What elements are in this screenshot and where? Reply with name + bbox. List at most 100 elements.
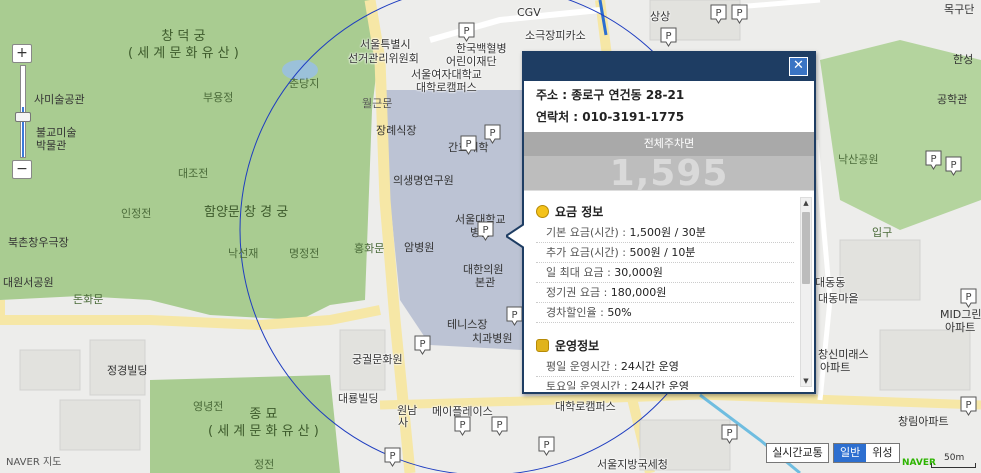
normal-map-button[interactable]: 일반	[834, 444, 867, 462]
scroll-up-arrow-icon[interactable]: ▲	[801, 198, 811, 208]
parking-pin-selected[interactable]: P	[477, 221, 494, 241]
parking-pin[interactable]: P	[458, 22, 475, 42]
daehakro-campus-label: 대학로캠퍼스	[555, 400, 616, 413]
operation-info-heading: 운영정보	[536, 335, 794, 357]
parking-pin[interactable]: P	[506, 306, 523, 326]
parking-pin[interactable]: P	[721, 424, 738, 444]
naver-map-logo[interactable]: NAVER 지도	[6, 453, 61, 468]
cgv-label: CGV	[517, 6, 541, 19]
parking-pin[interactable]: P	[660, 27, 677, 47]
realtime-traffic-button[interactable]: 실시간교통	[766, 443, 829, 463]
naksan-park-label: 낙산공원	[838, 153, 879, 166]
popup-pointer	[506, 224, 524, 248]
zoom-slider-handle[interactable]	[15, 112, 31, 122]
svg-text:P: P	[726, 428, 732, 439]
svg-text:P: P	[489, 128, 495, 139]
scroll-down-arrow-icon[interactable]: ▼	[801, 376, 811, 386]
wolgeunmun-label: 월근문	[362, 97, 393, 110]
svg-text:P: P	[459, 420, 465, 431]
honghwamun-label: 홍화문	[354, 242, 385, 255]
hansung-label: 한성	[953, 53, 974, 66]
daedong-label: 대동동	[815, 276, 846, 289]
close-button[interactable]: ✕	[789, 57, 808, 76]
bukchon-theater-label: 북촌창우극장	[8, 236, 69, 249]
daehan-uiwon-label: 대한의원	[463, 263, 504, 276]
sogukjang-label: 소극장피카소	[525, 29, 586, 42]
jeongjeon-label: 정전	[254, 458, 275, 471]
operation-row: 평일 운영시간 : 24시간 운영	[536, 357, 794, 377]
entrance-label: 입구	[872, 226, 893, 239]
museum-label-1: 사미술공관	[34, 93, 85, 106]
parking-pin[interactable]: P	[384, 447, 401, 467]
won-coin-icon	[536, 205, 549, 218]
detail-scroll-area[interactable]: 요금 정보 기본 요금(시간) : 1,500원 / 30분 추가 요금(시간)…	[524, 190, 814, 390]
sa-label: 사	[398, 416, 409, 429]
fee-info-heading: 요금 정보	[536, 201, 794, 223]
regional-tax-office-label: 서울지방국세청	[597, 458, 668, 471]
scale-bar	[931, 463, 976, 468]
parking-pin[interactable]: P	[710, 4, 727, 24]
mid-green-label: MID그린	[940, 308, 981, 321]
parking-pin[interactable]: P	[945, 156, 962, 176]
parking-pin[interactable]: P	[960, 288, 977, 308]
donhwamun-label: 돈화문	[73, 293, 104, 306]
jeonggyeong-building-label: 정경빌딩	[107, 364, 148, 377]
parking-pin[interactable]: P	[925, 150, 942, 170]
swu-label-2: 대학로캠퍼스	[416, 81, 477, 94]
changdeokgung-label: 창 덕 궁( 세 계 문 화 유 산 )	[128, 29, 239, 61]
svg-text:P: P	[965, 400, 971, 411]
daedong-village-label: 대동마을	[818, 292, 859, 305]
changsin-label: 창신미래스	[818, 348, 869, 361]
map-type-toggle: 일반 위성	[833, 443, 900, 463]
svg-text:P: P	[965, 292, 971, 303]
svg-text:P: P	[482, 225, 488, 236]
detail-scrollbar[interactable]: ▲ ▼	[800, 197, 812, 387]
injeongjeon-label: 인정전	[121, 207, 152, 220]
parking-pin[interactable]: P	[454, 416, 471, 436]
parking-info-popup: ✕ 주소 : 종로구 연건동 28-21 연락처 : 010-3191-1775…	[522, 51, 816, 394]
parking-pin[interactable]: P	[491, 416, 508, 436]
nakseonjae-label: 낙선재	[228, 247, 259, 260]
parking-pin[interactable]: P	[484, 124, 501, 144]
mokgu-label: 목구단	[944, 3, 975, 16]
leukemia-label: 한국백혈병	[456, 42, 507, 55]
parking-pin[interactable]: P	[460, 135, 477, 155]
svg-text:P: P	[543, 440, 549, 451]
zoom-slider-track[interactable]	[15, 65, 31, 158]
children-foundation-label: 어린이재단	[446, 55, 497, 68]
scrollbar-thumb[interactable]	[802, 212, 810, 284]
changrim-apartment-label: 창림아파트	[898, 415, 949, 428]
fee-row: 일 최대 요금 : 30,000원	[536, 263, 794, 283]
election-commission-label-1: 서울특별시	[360, 38, 411, 51]
zoom-out-button[interactable]: −	[12, 160, 32, 179]
svg-text:P: P	[665, 31, 671, 42]
election-commission-label-2: 선거관리위원회	[348, 52, 419, 65]
zoom-in-button[interactable]: +	[12, 44, 32, 63]
biomedical-institute-label: 의생명연구원	[393, 174, 454, 187]
engineering-hall-label: 공학관	[937, 93, 968, 106]
parking-pin[interactable]: P	[538, 436, 555, 456]
apartment-label-1: 아파트	[945, 321, 976, 334]
jongmyo-label: 종 묘( 세 계 문 화 유 산 )	[208, 407, 319, 439]
dental-hospital-label: 치과병원	[472, 332, 513, 345]
main-building-label: 본관	[475, 276, 496, 289]
fee-row: 추가 요금(시간) : 500원 / 10분	[536, 243, 794, 263]
changgyeonggung-label: 함양문 창 경 궁	[204, 205, 289, 220]
contact-text: 연락처 : 010-3191-1775	[536, 110, 685, 124]
parking-pin[interactable]: P	[960, 396, 977, 416]
swu-label-1: 서울여자대학교	[411, 68, 482, 81]
fee-row: 기본 요금(시간) : 1,500원 / 30분	[536, 223, 794, 243]
yeongnyeongjeon-label: 영녕전	[193, 400, 224, 413]
daeryong-building-label: 대룡빌딩	[338, 392, 379, 405]
coins-icon	[536, 339, 549, 352]
parking-pin[interactable]: P	[731, 4, 748, 24]
parking-pin[interactable]: P	[414, 335, 431, 355]
map-canvas[interactable]: 창 덕 궁( 세 계 문 화 유 산 ) 종 묘( 세 계 문 화 유 산 ) …	[0, 0, 981, 473]
museum-label-3: 박물관	[36, 139, 67, 152]
zoom-control: + −	[12, 44, 34, 179]
cancer-hospital-label: 암병원	[404, 241, 435, 254]
daejojeon-label: 대조전	[178, 167, 209, 180]
satellite-map-button[interactable]: 위성	[866, 444, 899, 462]
total-spaces-box: 전체주차면 1,595	[524, 132, 814, 194]
svg-text:P: P	[511, 310, 517, 321]
